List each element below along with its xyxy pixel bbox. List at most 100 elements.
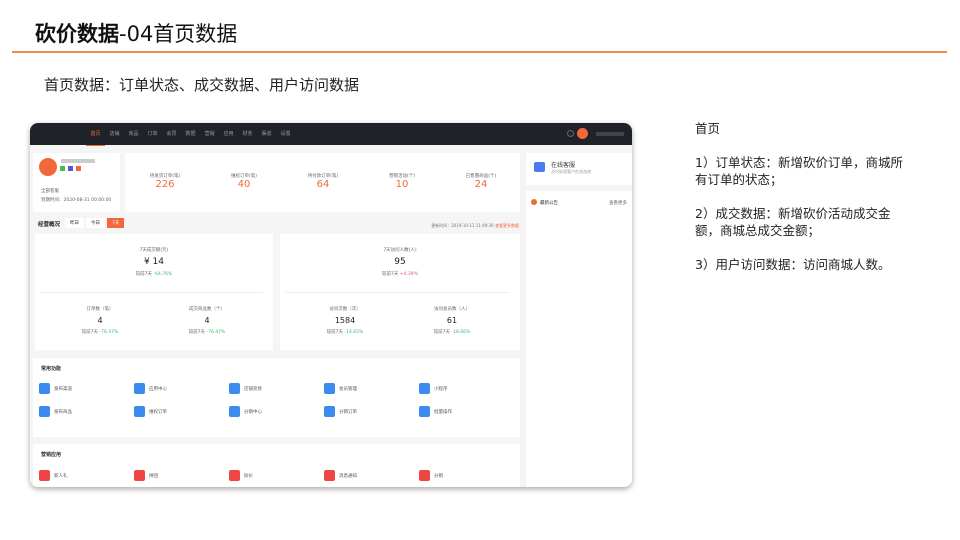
label: -14.65% [344,330,364,335]
shop-name-blurred [61,159,95,163]
label: 店铺装修 [244,386,262,392]
crown-icon [324,383,335,394]
notice-more-link[interactable]: 查看更多 [609,200,627,206]
app-center-icon [134,383,145,394]
label: 10 [395,179,409,190]
label: 61 [446,316,458,325]
nav-item[interactable]: 营销 [200,123,219,145]
marketing-item[interactable]: 消息通知 [324,470,357,481]
label: 发布渠道 [54,386,72,392]
label: -64.76% [153,272,173,277]
nav-item[interactable]: 财务 [238,123,257,145]
label: 4 [204,316,210,325]
avatar[interactable] [577,128,588,139]
tab-today[interactable]: 今日 [86,218,105,228]
label: 95 [394,257,406,267]
nav-item[interactable]: 渠道 [257,123,276,145]
more-data-link[interactable]: 查看更多数据 [495,223,519,228]
function-item[interactable]: 会员管理 [324,383,357,394]
mini-program-icon [419,383,430,394]
function-item[interactable]: 分销订单 [324,406,357,417]
label: 应用中心 [149,386,167,392]
section-title: 营销应用 [41,452,62,458]
title-rest: -04首页数据 [119,22,238,46]
label: 成交商品数（个） [189,307,225,312]
label: 访问次数（次） [329,307,361,312]
message-icon [324,470,335,481]
notice-card: 最新公告 查看更多 [526,191,632,487]
refund-order-icon [134,406,145,417]
marketing-item[interactable]: 拼团 [134,470,158,481]
label: ¥ 14 [143,257,165,267]
tab-7days[interactable]: 7天 [107,218,125,228]
function-item[interactable]: 批量操作 [419,406,452,417]
label: -76.47% [206,330,226,335]
label: 4 [97,316,103,325]
label: 40 [237,179,251,190]
stat-item[interactable]: 待发货订单(笔) 226 [125,173,205,190]
bell-icon[interactable] [567,130,574,137]
function-item[interactable]: 维权订单 [134,406,167,417]
shop-card: 全部客服 到期时间：2020-08-31 00:00:00 [33,153,120,212]
slide-subtitle: 首页数据：订单状态、成交数据、用户访问数据 [44,76,360,94]
label: 分销中心 [244,409,262,415]
label: 砍价 [244,473,253,479]
function-item[interactable]: 分销中心 [229,406,262,417]
stats-card: 待发货订单(笔) 226 维权订单(笔) 40 待付款订单(笔) 64 营销活动(个)… [125,153,520,212]
bargain-icon [229,470,240,481]
grid-icon [419,406,430,417]
function-item[interactable]: 店铺装修 [229,383,262,394]
label: +4.39% [399,272,418,277]
note-item: 2）成交数据：新增砍价活动成交金额，商城总成交金额； [695,206,891,238]
notice-title: 最新公告 [540,201,558,206]
visits-card: 7天访问人数(人) 95 较前7天 +4.39% 访问次数（次） 1584 较前7天 -… [280,234,520,350]
label: 分销 [434,473,443,479]
function-item[interactable]: 发布渠道 [39,383,72,394]
label: 1584 [334,316,356,325]
nav-item[interactable]: 数据 [181,123,200,145]
service-title: 在线客服 [551,162,576,169]
group-icon [134,470,145,481]
stat-item[interactable]: 待付款订单(笔) 64 [283,173,363,190]
label: 较前7天 [188,330,206,335]
tab-yesterday[interactable]: 昨日 [65,218,84,228]
function-item[interactable]: 发布商品 [39,406,72,417]
stat-item[interactable]: 维权订单(笔) 40 [204,173,284,190]
service-desc: 及时处理客户在线咨询 [551,169,591,174]
function-item[interactable]: 小程序 [419,383,448,394]
label: -76.47% [99,330,119,335]
note-item: 3）用户访问数据：访问商城人数。 [695,257,891,272]
label: 较前7天 [81,330,99,335]
nav-item[interactable]: 首页 [86,123,105,146]
product-icon [39,406,50,417]
online-service-card[interactable]: 在线客服 及时处理客户在线咨询 [526,153,632,185]
chat-icon [534,162,545,172]
shop-logo [39,158,57,176]
distribution-icon [229,406,240,417]
label: 消息通知 [339,473,357,479]
label: -18.66% [451,330,471,335]
label: 24 [474,179,488,190]
function-item[interactable]: 应用中心 [134,383,167,394]
nav-item[interactable]: 商品 [124,123,143,145]
updated-time: 更新时间：2019-10-11 11:49:36 [431,223,494,228]
label: 226 [155,179,175,190]
paint-roller-icon [229,383,240,394]
nav-item[interactable]: 会员 [162,123,181,145]
label: 64 [316,179,330,190]
channel-icon [39,383,50,394]
stat-item[interactable]: 营销活动(个) 10 [362,173,442,190]
marketing-apps: 营销应用 新人礼 拼团 砍价 消息通知 分销 [33,444,520,487]
label: 批量操作 [434,409,452,415]
overview-title: 经营概况 [38,222,61,228]
marketing-item[interactable]: 分销 [419,470,443,481]
marketing-item[interactable]: 新人礼 [39,470,68,481]
title-bold: 砍价数据 [35,22,119,46]
nav-item[interactable]: 设置 [276,123,295,145]
label: 访问会员数（人） [434,307,470,312]
nav-item[interactable]: 订单 [143,123,162,145]
stat-item[interactable]: 已售罄商品(个) 24 [441,173,521,190]
nav-item[interactable]: 应用 [219,123,238,145]
marketing-item[interactable]: 砍价 [229,470,253,481]
nav-item[interactable]: 店铺 [105,123,124,145]
